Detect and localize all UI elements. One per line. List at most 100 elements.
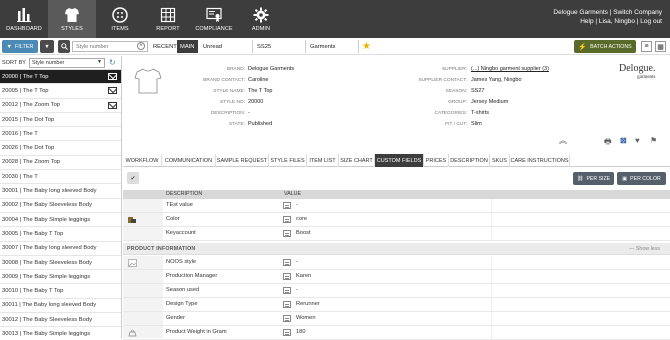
list-item[interactable]: 30005 | The Baby T Top [0, 227, 121, 242]
envelope-icon[interactable] [108, 87, 117, 95]
nav-items[interactable]: ITEMS [96, 0, 144, 38]
refresh-icon[interactable]: ↻ [109, 58, 116, 67]
advanced-filter-button[interactable]: ▼ [40, 40, 54, 53]
collapse-up-icon[interactable]: ︽ [559, 135, 567, 146]
row-value[interactable]: Women [296, 315, 316, 321]
row-value[interactable]: core [296, 216, 307, 222]
tab-season[interactable]: SS25 [254, 40, 274, 53]
tab-skus[interactable]: SKUS [490, 154, 510, 167]
list-item[interactable]: 20030 | The T [0, 170, 121, 185]
row-value[interactable]: Boost [296, 230, 311, 236]
list-item[interactable]: 20012 | The Zoom Top [0, 99, 121, 113]
flag-icon[interactable]: ⚑ [650, 136, 657, 145]
list-item[interactable]: 30012 | The Baby Sleeveless Body [0, 313, 121, 328]
divider [491, 199, 492, 212]
tab-item-list[interactable]: ITEM LIST [307, 154, 339, 167]
user-links[interactable]: Help | Lisa, Ningbo | Log out [553, 17, 662, 26]
per-size-button[interactable]: ⛓ PER SIZE [573, 172, 614, 185]
tab-category[interactable]: Garments [307, 40, 338, 53]
row-value[interactable]: 180 [296, 329, 306, 335]
print-icon[interactable]: 🖶 [604, 136, 612, 150]
batch-actions-label: BATCH ACTIONS [590, 43, 632, 50]
row-value[interactable]: Karen [296, 273, 311, 279]
account-links[interactable]: Delogue Garments | Switch Company Help |… [553, 8, 662, 26]
list-item[interactable]: 20028 | The Zoom Top [0, 156, 121, 171]
row-value[interactable]: Rerunner [296, 301, 320, 307]
list-item[interactable]: 20015 | The Dot Top [0, 113, 121, 128]
list-item[interactable]: 30002 | The Baby Sleeveless Body [0, 199, 121, 213]
list-item[interactable]: 20026 | The Dot Top [0, 141, 121, 156]
nav-label: DASHBOARD [6, 26, 42, 32]
list-item-label: 20005 | The T Top [2, 87, 49, 94]
tab-unread[interactable]: Unread [200, 40, 225, 53]
row-value[interactable]: - [296, 287, 298, 293]
envelope-icon[interactable] [108, 73, 117, 80]
list-item[interactable]: 30008 | The Baby Sleeveless Body [0, 256, 121, 271]
list-item[interactable]: 30011 | The Baby long sleeved Body [0, 299, 121, 314]
row-value[interactable]: - [296, 202, 298, 208]
text-field-icon [283, 202, 291, 209]
filter-button[interactable]: ▼ FILTER [2, 40, 38, 53]
table-row[interactable]: Season used - [123, 284, 670, 298]
list-item[interactable]: 30001 | The Baby long sleeved Body [0, 184, 121, 199]
envelope-icon[interactable] [108, 101, 117, 109]
search-button[interactable] [58, 40, 70, 53]
nav-label: ADMIN [251, 26, 271, 32]
table-row[interactable]: Design Type Rerunner [123, 298, 670, 312]
show-less-toggle[interactable]: — Show less [629, 246, 660, 252]
table-row[interactable]: Production Manager Karen [123, 270, 670, 284]
funnel-icon: ▼ [6, 43, 12, 50]
nav-admin[interactable]: ADMIN [237, 0, 285, 38]
tab-main[interactable]: MAIN [177, 40, 198, 53]
tab-style-files[interactable]: STYLE FILES [269, 154, 307, 167]
heart-icon[interactable]: ♥ [635, 136, 640, 145]
divider [252, 40, 253, 53]
table-row[interactable]: Keyaccount Boost [123, 227, 670, 241]
tab-recent[interactable]: RECENT [150, 40, 180, 53]
nav-dashboard[interactable]: DASHBOARD [0, 0, 48, 38]
field-value: The T Top [248, 88, 273, 94]
tab-custom-fields[interactable]: CUSTOM FIELDS [375, 154, 424, 167]
list-item[interactable]: 20016 | The T [0, 127, 121, 142]
list-view-icon[interactable]: ≡ [641, 41, 652, 52]
field-value: James Yang, Ningbo [471, 77, 522, 83]
batch-actions-button[interactable]: ⚡ BATCH ACTIONS [574, 40, 636, 53]
company-switch-link[interactable]: Delogue Garments | Switch Company [553, 8, 662, 17]
list-item[interactable]: 20005 | The T Top [0, 84, 121, 99]
list-item[interactable]: 30013 | The Baby Simple leggings [0, 327, 121, 338]
tab-description[interactable]: DESCRIPTION [449, 154, 490, 167]
row-description: Product Weight in Gram [166, 329, 227, 335]
nav-report[interactable]: REPORT [144, 0, 192, 38]
style-no-field: STYLE NO: 20000 [123, 98, 423, 107]
favorite-star-icon[interactable]: ★ [362, 40, 371, 53]
table-row[interactable]: Gender Women [123, 312, 670, 326]
row-value[interactable]: - [296, 259, 298, 265]
list-item-label: 20000 | The T Top [2, 73, 49, 80]
table-row[interactable]: NOOS style - [123, 256, 670, 270]
clear-search-icon[interactable]: × [137, 42, 145, 50]
tab-care-instructions[interactable]: CARE INSTRUCTIONS [510, 154, 570, 167]
check-icon[interactable]: ✔ [127, 172, 139, 184]
nav-compliance[interactable]: COMPLIANCE [190, 0, 238, 38]
nav-styles[interactable]: STYLES [48, 0, 96, 38]
table-row[interactable]: Color core [123, 213, 670, 227]
list-item-label: 20012 | The Zoom Top [2, 102, 61, 109]
list-item[interactable]: 30004 | The Baby Simple leggings [0, 213, 121, 228]
tab-prices[interactable]: PRICES [424, 154, 449, 167]
list-item[interactable]: 30007 | The Baby long sleeved Body [0, 242, 121, 256]
tab-workflow[interactable]: WORKFLOW [123, 154, 162, 167]
tab-sample-request[interactable]: SAMPLE REQUEST [216, 154, 269, 167]
sort-select[interactable]: Style number ▼ [28, 57, 105, 68]
tab-size-chart[interactable]: SIZE CHART [339, 154, 375, 167]
table-row[interactable]: TEst value - [123, 199, 670, 213]
per-color-button[interactable]: ▣ PER COLOR [617, 172, 666, 185]
supplier-link[interactable]: (...) Ningbo garment supplier (3) [471, 65, 549, 74]
list-item[interactable]: 20000 | The T Top [0, 70, 121, 85]
list-item[interactable]: 30010 | The Baby T Top [0, 284, 121, 299]
search-icon [60, 43, 68, 50]
excel-export-icon[interactable]: ⊠ [620, 136, 627, 145]
list-item-label: 30012 | The Baby Sleeveless Body [2, 316, 93, 323]
tab-communication[interactable]: COMMUNICATION [162, 154, 216, 167]
list-item[interactable]: 30009 | The Baby Simple leggings [0, 270, 121, 285]
grid-view-icon[interactable]: ▦ [655, 41, 666, 52]
